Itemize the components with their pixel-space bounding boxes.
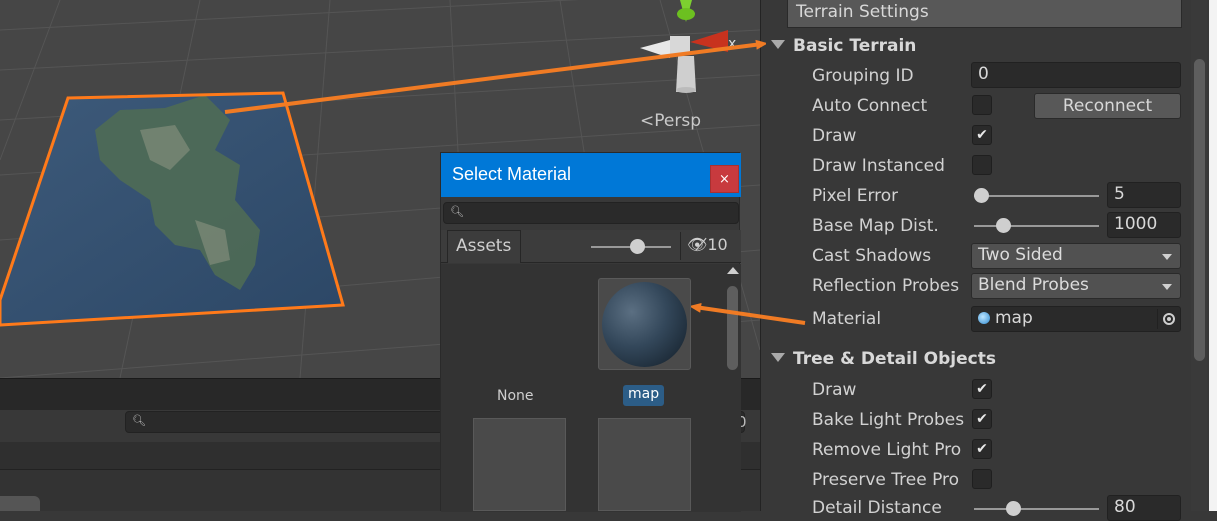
section-tree-detail[interactable]: Tree & Detail Objects <box>771 349 996 369</box>
cast-shadows-label: Cast Shadows <box>812 246 932 266</box>
remove-light-probes-label: Remove Light Pro <box>812 440 962 460</box>
preserve-tree-prototype-checkbox[interactable] <box>972 469 992 489</box>
close-button[interactable]: × <box>710 165 739 193</box>
reflection-probes-label: Reflection Probes <box>812 276 960 296</box>
draw-instanced-checkbox[interactable] <box>972 155 992 175</box>
material-field[interactable]: map <box>971 306 1181 332</box>
remove-light-probes-checkbox[interactable]: ✔ <box>972 439 992 459</box>
pixel-error-slider[interactable] <box>974 195 1099 197</box>
scroll-thumb[interactable] <box>1194 59 1205 361</box>
draw-instanced-label: Draw Instanced <box>812 156 945 176</box>
terrain-settings-button[interactable]: Terrain Settings <box>787 0 1182 28</box>
base-map-dist-label: Base Map Dist. <box>812 216 939 236</box>
search-icon: 🔍︎ <box>450 205 464 218</box>
section-basic-terrain[interactable]: Basic Terrain <box>771 36 916 56</box>
window-title: Select Material <box>441 153 741 197</box>
pixel-error-field[interactable]: 5 <box>1107 182 1181 208</box>
asset-item-thumbnail[interactable] <box>473 418 566 511</box>
thumbnail-size-handle[interactable] <box>630 239 645 254</box>
tree-draw-label: Draw <box>812 380 857 400</box>
foldout-triangle-icon[interactable] <box>771 40 785 49</box>
asset-grid: None map <box>441 264 724 512</box>
asset-item-thumbnail[interactable] <box>598 418 691 511</box>
reconnect-button[interactable]: Reconnect <box>1034 93 1181 119</box>
chevron-down-icon <box>1162 284 1172 290</box>
auto-connect-label: Auto Connect <box>812 96 928 116</box>
inspector-scrollbar[interactable] <box>1191 0 1207 511</box>
object-picker-icon[interactable] <box>1157 309 1177 329</box>
material-search-input[interactable]: 🔍︎ <box>443 202 739 224</box>
detail-distance-field[interactable]: 80 <box>1107 495 1181 521</box>
grouping-id-label: Grouping ID <box>812 66 914 86</box>
base-map-dist-slider[interactable] <box>974 225 1099 227</box>
tree-draw-checkbox[interactable]: ✔ <box>972 379 992 399</box>
material-sphere-preview <box>602 282 687 367</box>
svg-text:x: x <box>728 36 736 52</box>
bake-light-probes-checkbox[interactable]: ✔ <box>972 409 992 429</box>
asset-item-map-thumbnail[interactable] <box>598 278 691 370</box>
bake-light-probes-label: Bake Light Probes <box>812 410 965 430</box>
orientation-gizmo[interactable]: x <box>630 0 760 100</box>
panel-tab[interactable] <box>0 496 40 511</box>
base-map-dist-handle[interactable] <box>996 218 1011 233</box>
perspective-label[interactable]: <Persp <box>640 111 701 131</box>
chevron-down-icon <box>1162 254 1172 260</box>
asset-item-map-label[interactable]: map <box>623 385 665 406</box>
reflection-probes-dropdown[interactable]: Blend Probes <box>971 273 1181 299</box>
grouping-id-field[interactable]: 0 <box>971 62 1181 88</box>
material-icon <box>978 312 990 324</box>
hidden-count: 10 <box>707 235 728 254</box>
scroll-up-icon[interactable] <box>727 267 739 274</box>
asset-tabbar: Assets 👁︎̸10 <box>441 230 741 263</box>
asset-scrollbar[interactable] <box>724 264 741 512</box>
pixel-error-label: Pixel Error <box>812 186 899 206</box>
select-material-window: Select Material × 🔍︎ Assets 👁︎̸10 None m… <box>440 152 741 512</box>
asset-item-none[interactable]: None <box>497 388 534 404</box>
search-icon: 🔍︎ <box>132 414 146 427</box>
scroll-thumb[interactable] <box>727 286 738 370</box>
inspector-panel: Terrain Settings Basic Terrain Grouping … <box>760 0 1217 521</box>
eye-slash-icon: 👁︎̸ <box>687 235 708 254</box>
auto-connect-checkbox[interactable] <box>972 95 992 115</box>
material-label: Material <box>812 309 882 329</box>
window-edge <box>1209 0 1217 511</box>
tab-assets[interactable]: Assets <box>447 230 521 263</box>
hidden-packages-toggle[interactable]: 👁︎̸10 <box>680 232 740 260</box>
pixel-error-handle[interactable] <box>974 188 989 203</box>
base-map-dist-field[interactable]: 1000 <box>1107 212 1181 238</box>
cast-shadows-dropdown[interactable]: Two Sided <box>971 243 1181 269</box>
draw-label: Draw <box>812 126 857 146</box>
detail-distance-handle[interactable] <box>1006 501 1021 516</box>
foldout-triangle-icon[interactable] <box>771 353 785 362</box>
draw-checkbox[interactable]: ✔ <box>972 125 992 145</box>
detail-distance-label: Detail Distance <box>812 498 942 518</box>
detail-distance-slider[interactable] <box>974 508 1099 510</box>
preserve-tree-prototype-label: Preserve Tree Pro <box>812 470 960 490</box>
